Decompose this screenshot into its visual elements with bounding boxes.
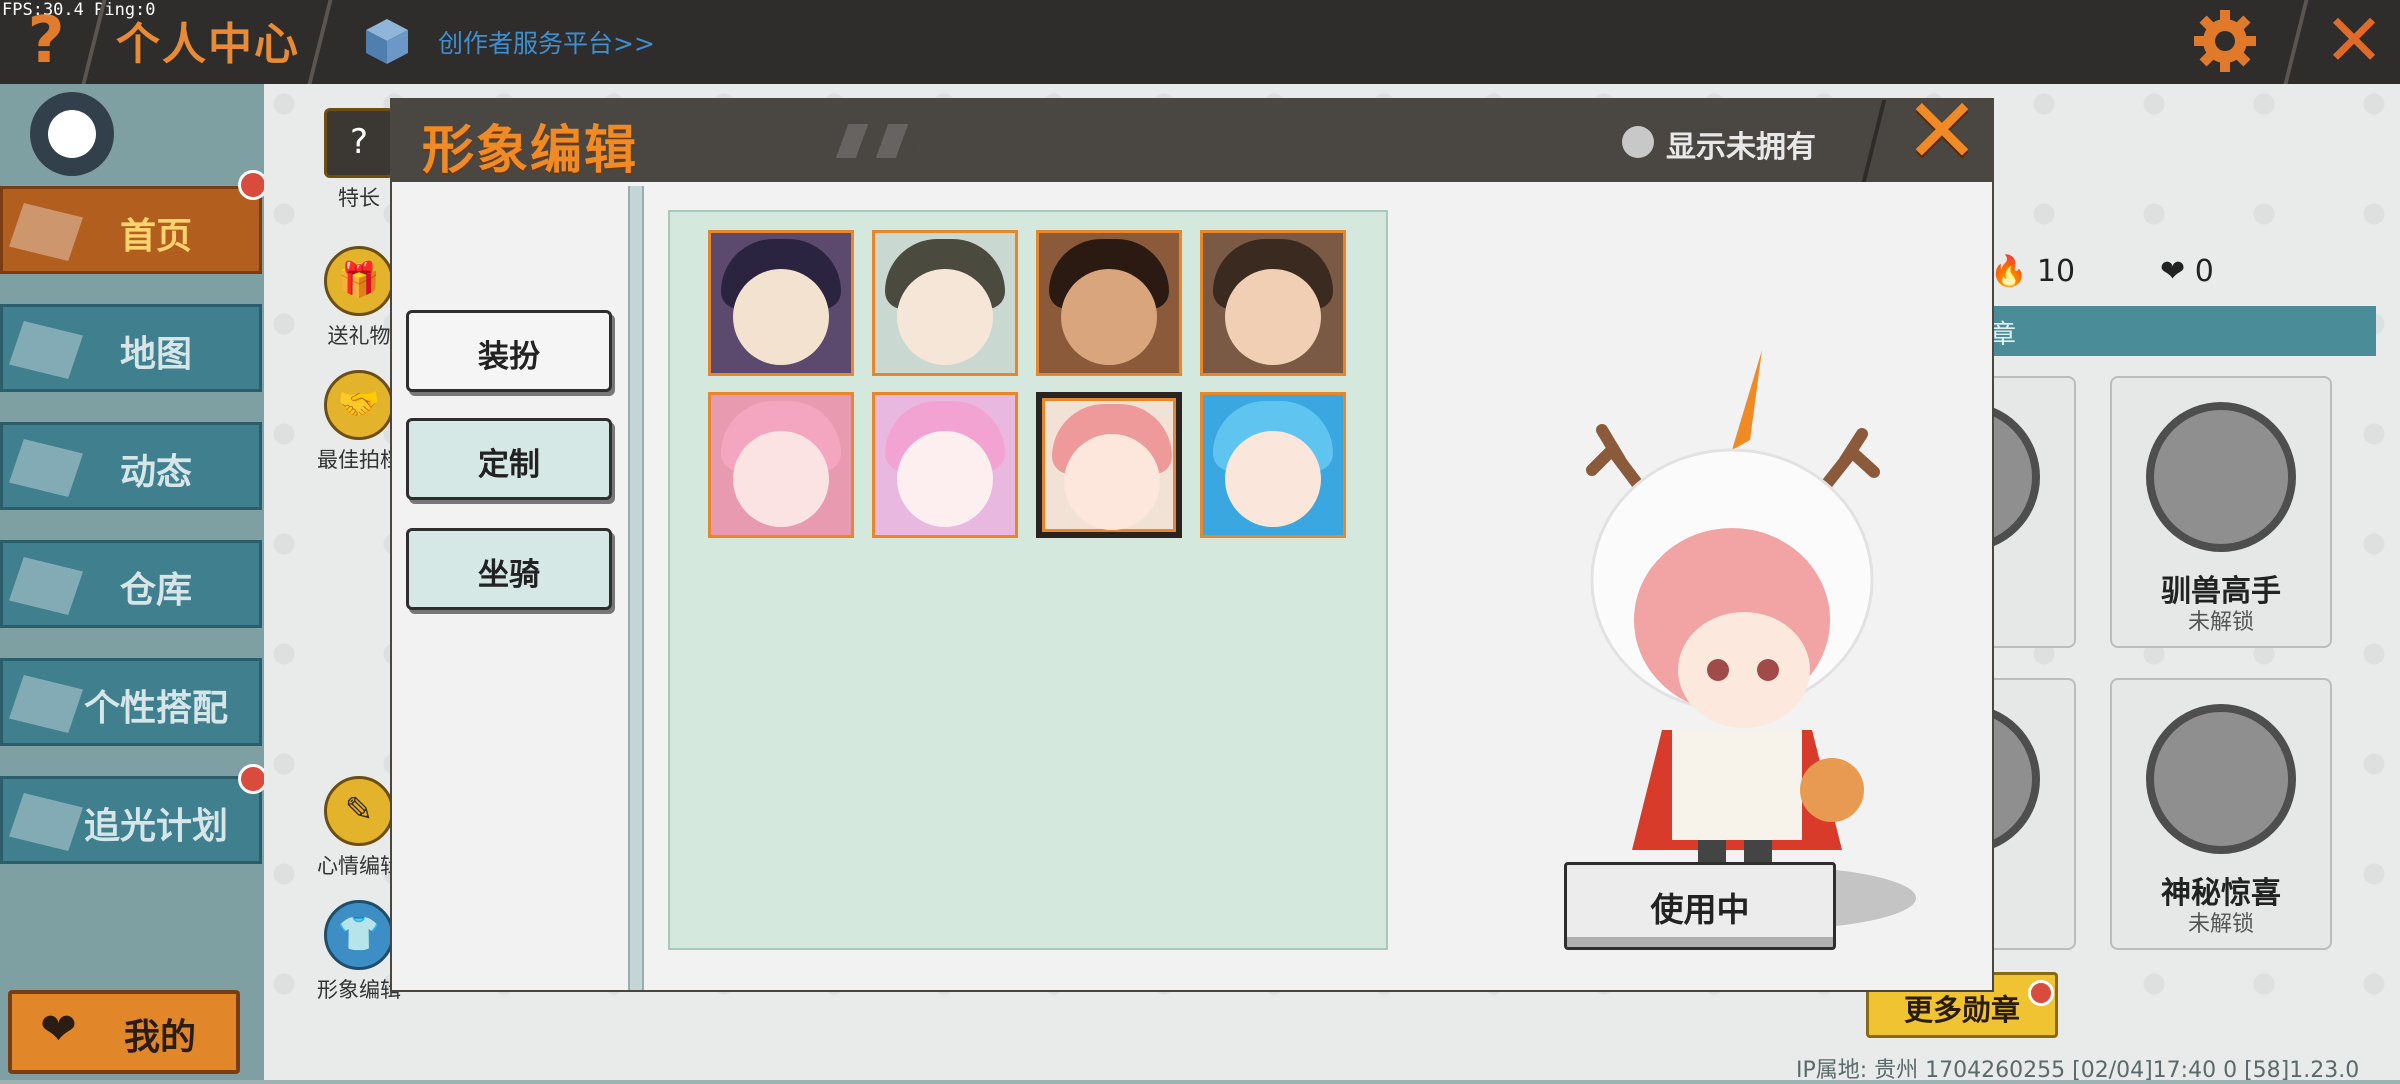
gift-icon: 🎁	[324, 246, 394, 316]
help-button[interactable]: ?	[18, 6, 74, 76]
sidebar-item-home[interactable]: 首页	[0, 186, 262, 274]
skin-tile-selected[interactable]	[1036, 392, 1182, 538]
badge-card[interactable]: 神秘惊喜 未解锁	[2110, 678, 2332, 950]
show-unowned-label: 显示未拥有	[1666, 130, 1816, 165]
divider	[1861, 100, 1887, 182]
sidebar-item-label: 首页	[119, 216, 192, 257]
scroll-divider	[628, 186, 644, 990]
shirt-icon: 👕	[324, 900, 394, 970]
modal-title: 形象编辑	[422, 121, 639, 181]
question-icon: ?	[324, 108, 394, 178]
handshake-icon: 🤝	[324, 370, 394, 440]
footer-info: IP属地: 贵州 1704260255 [02/04]17:40 0 [58]1…	[1796, 1058, 2360, 1083]
hearts-count: 0	[2194, 254, 2214, 289]
gift-medal-icon	[2146, 704, 2296, 854]
fire-stat: 🔥 10	[1990, 254, 2075, 289]
in-use-label: 使用中	[1650, 890, 1750, 929]
mine-label: 我的	[124, 1017, 197, 1058]
modal-header: 形象编辑 显示未拥有	[392, 100, 1992, 182]
skin-tile[interactable]	[1200, 230, 1346, 376]
sidebar-item-label: 追光计划	[83, 806, 228, 847]
skin-face	[733, 431, 829, 527]
badge-section-header: 章	[1990, 306, 2376, 356]
sidebar-item-outfit[interactable]: 个性搭配	[0, 658, 262, 746]
sidebar-item-label: 仓库	[119, 570, 192, 611]
sidebar-item-warehouse[interactable]: 仓库	[0, 540, 262, 628]
skin-tile[interactable]	[872, 392, 1018, 538]
skin-face	[897, 269, 993, 365]
skin-tile[interactable]	[708, 230, 854, 376]
tab-label: 坐骑	[478, 557, 540, 593]
skin-tile[interactable]	[1200, 392, 1346, 538]
sidebar-item-label: 地图	[119, 334, 192, 375]
checker-flag-icon	[835, 124, 929, 158]
creator-cube-icon[interactable]	[362, 16, 412, 66]
sidebar-item-feed[interactable]: 动态	[0, 422, 262, 510]
close-icon[interactable]: ✕	[2318, 4, 2390, 76]
badge-card[interactable]: 驯兽高手 未解锁	[2110, 376, 2332, 648]
tab-custom[interactable]: 定制	[406, 418, 612, 500]
heart-icon: ❤	[40, 1004, 77, 1055]
avatar-edit-modal: 形象编辑 显示未拥有 ✕ 装扮 定制 坐骑 使用中	[392, 87, 1992, 990]
divider	[2283, 0, 2309, 84]
badge-status: 未解锁	[2187, 912, 2254, 937]
radio-icon[interactable]	[1622, 126, 1654, 158]
creator-platform-link[interactable]: 创作者服务平台>>	[438, 24, 655, 60]
in-use-button[interactable]: 使用中	[1564, 862, 1836, 950]
mine-button[interactable]: ❤ 我的	[8, 990, 240, 1074]
skin-face	[1225, 269, 1321, 365]
skin-tile[interactable]	[708, 392, 854, 538]
sidebar-toggle-button[interactable]	[30, 92, 114, 176]
heart-icon: ❤	[2160, 254, 2186, 289]
tab-mount[interactable]: 坐骑	[406, 528, 612, 610]
sidebar-item-light-chase[interactable]: 追光计划	[0, 776, 262, 864]
gear-icon[interactable]	[2192, 8, 2258, 74]
fire-count: 10	[2036, 254, 2076, 289]
page-title: 个人中心	[116, 19, 300, 70]
badge-section-title: 章	[1990, 320, 2017, 350]
horse-medal-icon	[2146, 402, 2296, 552]
close-icon[interactable]: ✕	[1900, 87, 1984, 177]
skin-face	[733, 269, 829, 365]
fire-icon: 🔥	[1990, 254, 2028, 289]
sidebar-item-map[interactable]: 地图	[0, 304, 262, 392]
skin-grid-panel	[668, 210, 1388, 950]
badge-status: 未解锁	[2187, 610, 2254, 635]
edit-icon: ✎	[324, 776, 394, 846]
skin-face	[1061, 269, 1157, 365]
hearts-stat: ❤ 0	[2160, 254, 2214, 289]
divider	[307, 0, 333, 84]
character-preview[interactable]	[1522, 190, 1942, 930]
skin-face	[1225, 431, 1321, 527]
character-model-icon	[1586, 350, 1880, 880]
sidebar-item-label: 动态	[119, 452, 192, 493]
tab-label: 装扮	[478, 339, 540, 375]
tab-label: 定制	[478, 447, 540, 483]
sidebar-item-label: 个性搭配	[83, 688, 228, 729]
tab-costume[interactable]: 装扮	[406, 310, 612, 392]
skin-face	[1064, 434, 1160, 530]
tab-column: 装扮 定制 坐骑	[392, 182, 628, 990]
skin-tile[interactable]	[872, 230, 1018, 376]
skin-tile[interactable]	[1036, 230, 1182, 376]
top-bar: FPS:30.4 Ping:0 ? 个人中心 创作者服务平台>> ✕	[0, 0, 2400, 84]
skin-face	[897, 431, 993, 527]
notification-dot	[2028, 980, 2054, 1006]
